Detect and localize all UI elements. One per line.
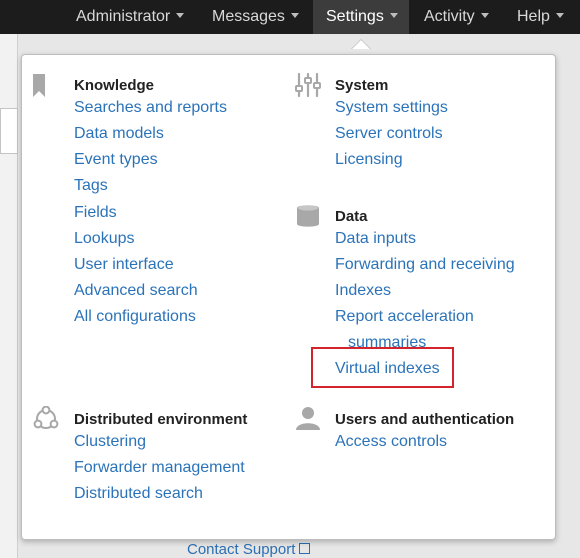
background-field: [0, 108, 18, 154]
external-link-icon: [299, 543, 311, 554]
chevron-down-icon: [555, 13, 564, 19]
contact-support-link[interactable]: Contact Support: [187, 541, 311, 558]
menu-item-report-acceleration-summaries[interactable]: Report acceleration: [335, 308, 474, 326]
section-title-data: Data: [335, 208, 368, 225]
nav-administrator-label: Administrator: [76, 8, 171, 25]
nav-settings-label: Settings: [326, 8, 384, 25]
section-title-system: System: [335, 77, 389, 94]
section-title-knowledge: Knowledge: [74, 77, 155, 94]
chevron-down-icon: [176, 13, 185, 19]
menu-item-server-controls[interactable]: Server controls: [335, 125, 443, 143]
highlight-annotation-box: [311, 347, 454, 388]
network-icon: [33, 406, 59, 429]
nav-help[interactable]: Help: [517, 0, 564, 34]
bookmark-icon: [33, 74, 45, 97]
menu-item-tags[interactable]: Tags: [74, 177, 108, 195]
sliders-icon: [295, 72, 321, 98]
menu-item-data-models[interactable]: Data models: [74, 125, 164, 143]
section-title-distributed-environment: Distributed environment: [74, 411, 248, 428]
nav-messages-label: Messages: [212, 8, 285, 25]
user-icon: [296, 407, 320, 430]
menu-item-system-settings[interactable]: System settings: [335, 99, 448, 117]
database-icon: [297, 205, 319, 227]
menu-item-forwarding-and-receiving[interactable]: Forwarding and receiving: [335, 256, 515, 274]
nav-help-label: Help: [517, 8, 550, 25]
menu-item-licensing[interactable]: Licensing: [335, 151, 403, 169]
menu-item-data-inputs[interactable]: Data inputs: [335, 230, 416, 248]
menu-item-indexes[interactable]: Indexes: [335, 282, 391, 300]
menu-item-clustering[interactable]: Clustering: [74, 433, 146, 451]
top-nav-bar: Administrator Messages Settings Activity…: [0, 0, 580, 34]
nav-messages[interactable]: Messages: [212, 0, 299, 34]
menu-item-distributed-search[interactable]: Distributed search: [74, 485, 203, 503]
section-title-users-and-authentication: Users and authentication: [335, 411, 515, 428]
menu-item-lookups[interactable]: Lookups: [74, 230, 135, 248]
menu-item-access-controls[interactable]: Access controls: [335, 433, 447, 451]
nav-settings[interactable]: Settings: [313, 0, 409, 34]
menu-item-fields[interactable]: Fields: [74, 204, 117, 222]
contact-support-label: Contact Support: [187, 541, 296, 558]
dropdown-arrow-inner: [352, 40, 370, 49]
chevron-down-icon: [290, 13, 299, 19]
menu-item-user-interface[interactable]: User interface: [74, 256, 174, 274]
nav-activity[interactable]: Activity: [424, 0, 489, 34]
menu-item-advanced-search[interactable]: Advanced search: [74, 282, 198, 300]
menu-item-searches-and-reports[interactable]: Searches and reports: [74, 99, 227, 117]
menu-item-all-configurations[interactable]: All configurations: [74, 308, 196, 326]
chevron-down-icon: [480, 13, 489, 19]
nav-activity-label: Activity: [424, 8, 475, 25]
menu-item-event-types[interactable]: Event types: [74, 151, 158, 169]
nav-administrator[interactable]: Administrator: [76, 0, 185, 34]
menu-item-forwarder-management[interactable]: Forwarder management: [74, 459, 245, 477]
chevron-down-icon: [389, 13, 398, 19]
